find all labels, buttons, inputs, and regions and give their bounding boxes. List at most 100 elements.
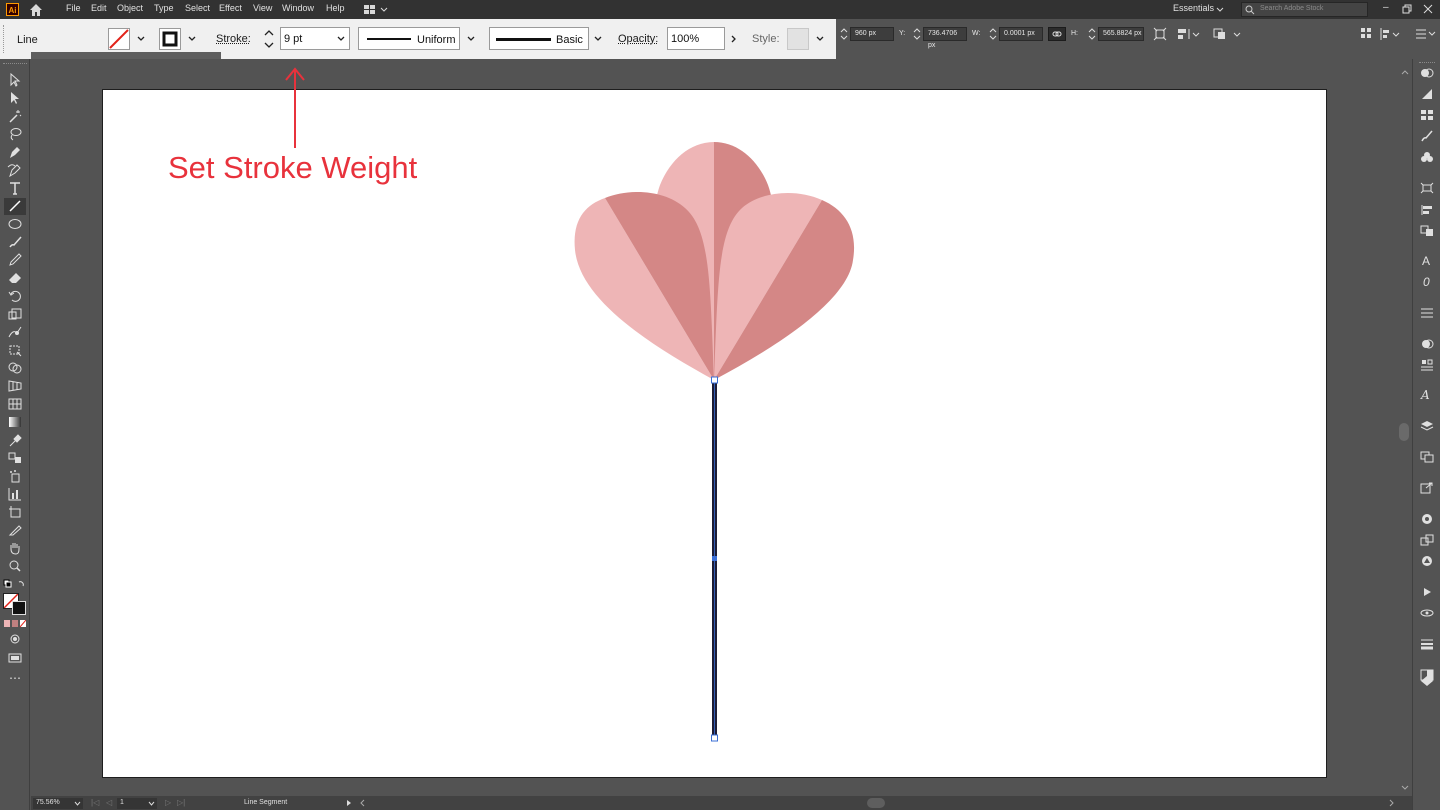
character-icon[interactable]: A [1422,254,1430,268]
arrange-icon[interactable] [1360,27,1372,39]
transform-icon[interactable] [1153,27,1167,41]
artboards-icon[interactable] [1420,451,1434,463]
rotate-icon[interactable] [7,289,23,303]
free-transform-icon[interactable] [7,343,23,357]
vertical-scrollbar[interactable] [1398,59,1412,796]
layers-icon[interactable] [1420,420,1434,432]
status-menu-icon[interactable] [345,799,353,807]
chevron-down-icon[interactable] [136,34,146,44]
chevron-down-icon[interactable] [74,801,81,806]
stroke-swatch[interactable] [159,28,181,50]
export-icon[interactable] [1420,482,1434,494]
screen-mode-icon[interactable] [7,652,23,664]
brush-definition[interactable]: Basic [489,27,589,50]
dock-grip[interactable] [1419,62,1435,66]
restore-icon[interactable] [1402,4,1412,14]
libraries-icon[interactable] [1420,513,1434,525]
symbol-sprayer-icon[interactable] [7,469,23,483]
stroke-stepper-icon[interactable] [262,27,276,51]
align-icon[interactable] [1420,204,1434,216]
panel-grip[interactable] [3,25,7,53]
w-stepper-icon[interactable] [989,27,997,41]
menu-view[interactable]: View [253,3,272,13]
first-artboard-icon[interactable]: |◁ [91,798,99,807]
eyedropper-icon[interactable] [7,433,23,447]
menu-file[interactable]: File [66,3,81,13]
lasso-icon[interactable] [7,127,23,141]
perspective-icon[interactable] [7,379,23,393]
chevron-down-icon[interactable] [815,34,825,44]
menu-help[interactable]: Help [326,3,345,13]
gradient-panel-icon[interactable] [1420,675,1434,687]
chevron-down-icon[interactable] [336,34,346,44]
stock-search-input[interactable]: Search Adobe Stock [1241,2,1368,17]
scroll-left-icon[interactable] [359,799,367,807]
eraser-icon[interactable] [7,271,23,285]
scroll-up-icon[interactable] [1401,69,1409,75]
stroke-label[interactable]: Stroke: [216,33,251,45]
tools-grip[interactable] [3,63,27,67]
scale-icon[interactable] [7,307,23,321]
type-icon[interactable] [7,181,23,195]
flower-artwork[interactable] [560,130,870,750]
color-icon[interactable] [1420,67,1434,79]
draw-mode-icon[interactable] [8,633,22,645]
image-trace-icon[interactable] [1420,555,1434,567]
stroke-weight-field[interactable]: 9 pt [280,27,350,50]
scroll-thumb[interactable] [1399,423,1409,441]
menu-edit[interactable]: Edit [91,3,107,13]
selection-icon[interactable] [7,73,23,87]
swatches-icon[interactable] [1420,109,1434,121]
color-guide-icon[interactable] [1420,88,1434,100]
hand-icon[interactable] [7,541,23,555]
variable-width-profile[interactable]: Uniform [358,27,460,50]
line-segment-icon[interactable] [7,199,23,213]
chevron-down-icon[interactable] [148,801,155,806]
mesh-icon[interactable] [7,397,23,411]
artboard-icon[interactable] [7,505,23,519]
gradient-icon[interactable] [7,415,23,429]
symbols-icon[interactable] [1420,151,1434,163]
chevron-down-icon[interactable] [187,34,197,44]
color-mode-icons[interactable] [4,620,26,627]
appearance-icon[interactable] [1420,338,1434,350]
curvature-icon[interactable] [7,163,23,177]
chevron-down-icon[interactable] [593,34,603,44]
opacity-field[interactable]: 100% [667,27,725,50]
pencil-icon[interactable] [7,253,23,267]
zoom-icon[interactable] [7,559,23,573]
menu-window[interactable]: Window [282,3,314,13]
panel-menu-icon[interactable] [1414,27,1436,41]
blend-icon[interactable] [7,451,23,465]
graphic-style-swatch[interactable] [787,28,809,50]
fill-swatch[interactable] [108,28,130,50]
x-stepper-icon[interactable] [840,27,848,41]
arrange-documents-icon[interactable] [362,3,390,16]
chevron-down-icon[interactable] [466,34,476,44]
pathfinder-icon[interactable] [1420,225,1434,237]
isolate-icon[interactable] [1212,27,1242,41]
menu-object[interactable]: Object [117,3,143,13]
pen-icon[interactable] [7,145,23,159]
warp-icon[interactable] [7,325,23,339]
direct-selection-icon[interactable] [7,91,23,105]
x-field[interactable]: 960 px [850,27,894,41]
w-field[interactable]: 0.0001 px [999,27,1043,41]
workspace-switcher[interactable]: Essentials [1173,3,1214,13]
y-stepper-icon[interactable] [913,27,921,41]
ellipse-icon[interactable] [7,217,23,231]
close-icon[interactable] [1423,4,1433,14]
h-field[interactable]: 565.8824 px [1098,27,1144,41]
align-options-icon[interactable] [1177,27,1201,41]
y-field[interactable]: 736.4706 px [923,27,967,49]
glyphs-icon[interactable]: A [1421,388,1430,402]
distribute-icon[interactable] [1379,27,1403,41]
menu-effect[interactable]: Effect [219,3,242,13]
actions-icon[interactable] [1420,586,1434,598]
more-tools-icon[interactable]: ⋯ [9,671,22,685]
scroll-right-icon[interactable] [1387,799,1395,807]
h-stepper-icon[interactable] [1088,27,1096,41]
paragraph-icon[interactable] [1420,307,1434,319]
minimize-button[interactable]: – [1383,2,1389,13]
transform-icon[interactable] [1420,182,1434,194]
